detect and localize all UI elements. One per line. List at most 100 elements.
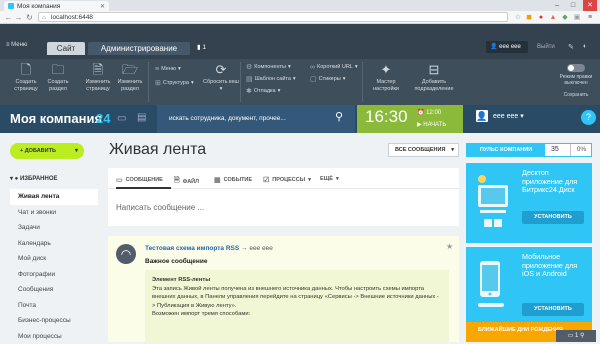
chevron-down-icon: ▾ (75, 143, 78, 159)
forward-icon[interactable]: → (14, 13, 23, 22)
chat-icon[interactable]: ▭ (117, 113, 126, 124)
add-button[interactable]: + ДОБАВИТЬ▾ (10, 143, 84, 159)
install-mobile-button[interactable]: УСТАНОВИТЬ (522, 303, 584, 316)
tab-processes[interactable]: ☑ПРОЦЕССЫ ▾ (263, 176, 311, 184)
post-body: Элемент RSS-ленты Эта запись Живой ленты… (145, 270, 449, 342)
settings-icon[interactable]: ◐ (583, 43, 591, 51)
extension-icon[interactable]: ▲ (549, 14, 557, 22)
post-title: Важное сообщение (145, 258, 207, 265)
save-button[interactable]: Сохранить (556, 92, 596, 98)
stickers-tool[interactable]: ▢Стикеры▾ (310, 74, 358, 84)
post-author-link[interactable]: Тестовая схема импорта RSS (145, 245, 239, 252)
pulse-percent: 0% (570, 144, 592, 156)
post-composer: ▭СООБЩЕНИЕ 🗎ФАЙЛ ▦СОБЫТИЕ ☑ПРОЦЕССЫ ▾ ЕЩ… (108, 168, 459, 226)
tab-event[interactable]: ▦СОБЫТИЕ (214, 176, 252, 184)
link-icon: ∞ (310, 64, 315, 71)
refresh-icon: ⟳ (213, 63, 229, 77)
tab-administration[interactable]: Администрирование (88, 42, 190, 55)
extension-icon[interactable]: ● (537, 14, 545, 22)
start-workday-button[interactable]: ▶ НАЧАТЬ (417, 121, 446, 128)
short-url-tool[interactable]: ∞Короткий URL▾ (310, 62, 358, 72)
maximize-icon[interactable]: □ (566, 0, 580, 11)
favorites-header[interactable]: ▾ ● ИЗБРАННОЕ (10, 175, 58, 182)
setup-wizard-button[interactable]: ✦Мастер настройки (366, 60, 406, 105)
chat-bar[interactable]: ▭ 1 ⚲ (556, 330, 596, 342)
menu-icon: ≡ (155, 66, 159, 73)
extension-icon[interactable]: ▣ (573, 14, 581, 22)
folder-edit-icon: 🗁 (122, 63, 138, 77)
address-bar: ← → ↻ ⌂ localhost:6448 ☆ ◼ ● ▲ ◆ ▣ ≡ (0, 11, 600, 24)
company-name[interactable]: Моя компания (10, 111, 102, 126)
create-page-button[interactable]: 🗋Создать страницу (8, 60, 44, 105)
edit-mode-value: выключен (556, 80, 596, 86)
sidebar-item-calendar[interactable]: Календарь (10, 236, 98, 252)
feed-filter-select[interactable]: ВСЕ СООБЩЕНИЯ▾ (388, 143, 459, 157)
company-pulse-widget[interactable]: ПУЛЬС КОМПАНИИ 35 0% (466, 143, 592, 157)
toggle-switch[interactable] (567, 64, 585, 72)
notifications-button[interactable]: ▮ 1 (193, 42, 221, 54)
avatar: 👤 (476, 110, 488, 122)
post-recipient[interactable]: eee eee (249, 245, 273, 252)
extension-icon[interactable]: ◆ (561, 14, 569, 22)
logout-link[interactable]: Выйти (537, 44, 555, 50)
post-body-text-2: Возможен импорт тремя способами: (152, 310, 442, 319)
add-subdivision-button[interactable]: ⊟Добавить подразделение (410, 60, 458, 105)
install-desktop-button[interactable]: УСТАНОВИТЬ (522, 211, 584, 224)
tab-file[interactable]: 🗎ФАЙЛ (174, 176, 199, 187)
message-input[interactable]: Написать сообщение ... (116, 203, 204, 212)
edit-page-button[interactable]: 🗎Изменить страницу (80, 60, 116, 105)
toolbar-divider (362, 62, 363, 102)
star-icon[interactable]: ☆ (514, 14, 522, 22)
search-icon[interactable]: ⚲ (335, 110, 343, 123)
components-tool[interactable]: ⚙Компоненты▾ (246, 62, 296, 72)
workday-widget[interactable]: 16:30 ⏰ 12:00 ▶ НАЧАТЬ (357, 105, 463, 133)
sidebar-item-chat[interactable]: Чат и звонки (10, 205, 98, 221)
page-info-icon: ⌂ (42, 14, 46, 23)
sidebar-item-tasks[interactable]: Задачи (10, 220, 98, 236)
back-icon[interactable]: ← (4, 13, 13, 22)
pulse-value: 35 (551, 144, 559, 156)
search-input[interactable]: искать сотрудника, документ, прочее... (157, 105, 355, 133)
clear-cache-button[interactable]: ⟳Сбросить кеш ▾ (203, 60, 239, 105)
pin-icon[interactable]: ✎ (568, 43, 576, 51)
tab-message[interactable]: ▭СООБЩЕНИЕ (116, 176, 163, 184)
close-tab-icon[interactable]: ✕ (100, 3, 105, 10)
toolbar-divider (240, 62, 241, 102)
tab-site[interactable]: Сайт (47, 42, 85, 55)
site-template-tool[interactable]: ▤Шаблон сайта▾ (246, 74, 296, 84)
admin-menu-button[interactable]: ≡ Меню (6, 42, 27, 48)
minimize-icon[interactable]: – (550, 0, 564, 11)
sidebar-item-messages[interactable]: Сообщения (10, 282, 98, 298)
edit-mode-toggle[interactable]: Режим правки выключен Сохранить (556, 60, 596, 98)
sidebar-item-live-feed[interactable]: Живая лента (10, 189, 98, 205)
browser-tab-bar: Моя компания ✕ – □ ✕ (0, 0, 600, 11)
debug-tool[interactable]: ✱Отладка▾ (246, 86, 296, 96)
sidebar-item-disk[interactable]: Мой диск (10, 251, 98, 267)
header-user[interactable]: 👤eee eee ▾ (476, 110, 524, 122)
feed-post: ◠ Тестовая схема импорта RSS → eee eee ★… (108, 236, 459, 342)
document-icon[interactable]: ▤ (137, 112, 146, 123)
browser-tab[interactable]: Моя компания ✕ (4, 1, 109, 11)
tab-more[interactable]: ЕЩЁ ▾ (320, 176, 339, 182)
star-icon[interactable]: ★ (446, 242, 453, 251)
structure-tool[interactable]: ⊞Структура▾ (155, 78, 194, 88)
page-plus-icon: 🗋 (18, 63, 34, 77)
menu-tool[interactable]: ≡Меню▾ (155, 64, 194, 74)
browser-menu-icon[interactable]: ≡ (586, 14, 594, 22)
page-edit-icon: 🗎 (90, 63, 106, 77)
sidebar-item-bizproc[interactable]: Бизнес-процессы (10, 313, 98, 329)
components-icon: ⚙ (246, 63, 252, 71)
admin-user-button[interactable]: 👤 eee eee (486, 41, 528, 53)
post-body-heading: Элемент RSS-ленты (152, 276, 442, 285)
extension-icon[interactable]: ◼ (525, 14, 533, 22)
reload-icon[interactable]: ↻ (25, 13, 34, 22)
sidebar-item-photos[interactable]: Фотографии (10, 267, 98, 283)
process-icon: ☑ (263, 176, 269, 184)
create-section-button[interactable]: 🗀Создать раздел (40, 60, 76, 105)
close-window-icon[interactable]: ✕ (583, 0, 597, 11)
help-button[interactable]: ? (581, 110, 596, 125)
url-input[interactable]: ⌂ localhost:6448 (38, 12, 508, 22)
sidebar-item-mail[interactable]: Почта (10, 298, 98, 314)
sidebar-menu: Живая лента Чат и звонки Задачи Календар… (10, 189, 98, 344)
edit-section-button[interactable]: 🗁Изменить раздел (112, 60, 148, 105)
